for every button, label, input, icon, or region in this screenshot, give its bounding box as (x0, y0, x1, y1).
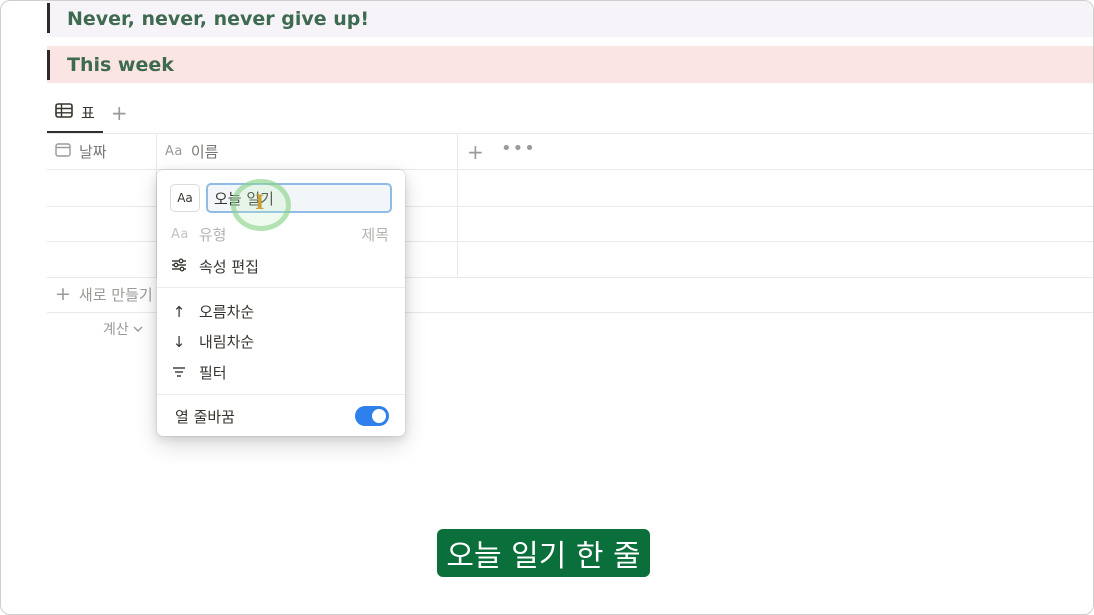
callout-bar (47, 50, 50, 80)
filter-item[interactable]: 필터 (171, 362, 227, 383)
edit-property-label: 속성 편집 (199, 258, 259, 276)
sort-descending-item[interactable]: ↓ 내림차순 (171, 331, 255, 352)
filter-label: 필터 (199, 364, 227, 382)
app-window: Never, never, never give up! This week 표… (0, 0, 1094, 615)
property-type-badge[interactable]: Aa (170, 184, 200, 212)
text-cursor-icon: I (255, 190, 265, 214)
filter-icon (171, 364, 187, 382)
arrow-down-icon: ↓ (172, 332, 186, 351)
sort-descending-label: 내림차순 (199, 333, 255, 351)
new-row-label: 새로 만들기 (78, 285, 153, 304)
column-header-label: 이름 (190, 143, 219, 161)
tab-label: 표 (81, 103, 95, 122)
add-view-plus-icon[interactable]: + (111, 101, 128, 125)
table-icon (55, 102, 73, 122)
type-value: 제목 (361, 226, 389, 244)
type-label: 유형 (198, 226, 227, 244)
property-name-input[interactable] (206, 183, 392, 213)
column-header-date[interactable]: 날짜 (55, 134, 107, 169)
toggle-knob (372, 409, 386, 423)
text-type-icon: Aa (171, 227, 189, 242)
arrow-up-icon: ↑ (172, 302, 186, 321)
new-row-button[interactable]: + 새로 만들기 (55, 283, 153, 305)
plus-icon: + (55, 283, 71, 305)
property-type-row: Aa 유형 제목 (171, 224, 389, 245)
callout-bar (47, 3, 50, 33)
sort-ascending-label: 오름차순 (199, 303, 255, 321)
sliders-icon (171, 258, 187, 276)
menu-divider (157, 287, 405, 288)
callout-text: This week (67, 53, 174, 76)
text-property-icon: Aa (165, 144, 183, 159)
wrap-column-toggle[interactable] (355, 406, 389, 426)
calculate-label: 계산 (103, 322, 129, 338)
menu-divider (157, 394, 405, 395)
calculate-dropdown[interactable]: 계산 (103, 319, 143, 339)
callout-this-week: This week (47, 46, 1093, 83)
column-header-label: 날짜 (79, 143, 107, 161)
wrap-column-item: 열 줄바꿈 (175, 406, 235, 427)
callout-text: Never, never, never give up! (67, 8, 370, 30)
calendar-icon (55, 142, 71, 161)
column-header-name[interactable]: Aa 이름 (165, 134, 218, 169)
callout-quote: Never, never, never give up! (47, 1, 1093, 37)
tab-table-view[interactable]: 표 (47, 93, 103, 133)
sort-ascending-item[interactable]: ↑ 오름차순 (171, 301, 255, 322)
add-property-plus-icon[interactable]: + (467, 140, 484, 164)
property-menu: Aa I Aa 유형 제목 속성 편집 ↑ (157, 170, 405, 436)
edit-property-item[interactable]: 속성 편집 (171, 256, 259, 277)
column-divider (457, 134, 458, 277)
video-subtitle: 오늘 일기 한 줄 (437, 529, 650, 577)
chevron-down-icon (133, 321, 143, 337)
view-tabs: 표 + (47, 93, 128, 133)
wrap-column-label: 열 줄바꿈 (175, 408, 235, 426)
more-options-icon[interactable]: ••• (501, 138, 536, 159)
